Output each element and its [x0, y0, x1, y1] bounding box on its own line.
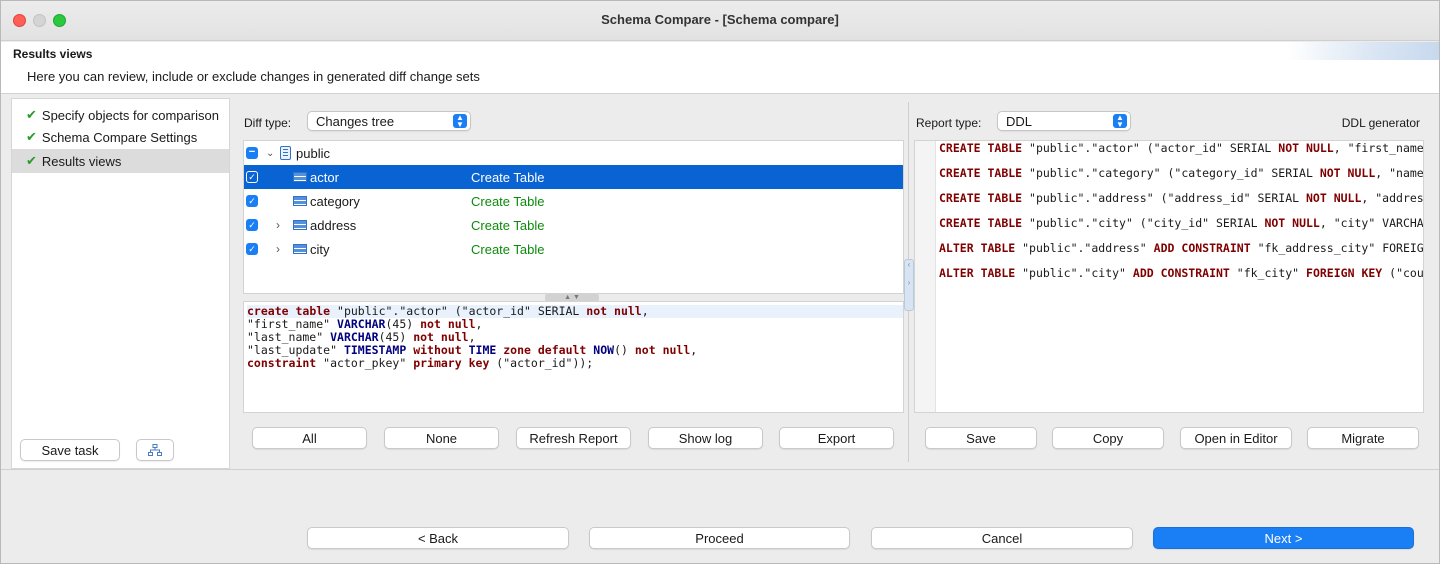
ddl-report-viewer[interactable]: CREATE TABLE "public"."actor" ("actor_id… — [914, 140, 1424, 413]
page-description: Here you can review, include or exclude … — [27, 69, 480, 84]
migrate-button[interactable]: Migrate — [1307, 427, 1419, 449]
save-task-button[interactable]: Save task — [20, 439, 120, 461]
chevron-right-icon[interactable]: › — [276, 218, 280, 232]
nav-step-results-views[interactable]: ✔ Results views — [12, 149, 229, 173]
tree-row-actor[interactable]: ✓ actor Create Table — [244, 165, 903, 189]
ddl-line: CREATE TABLE "public"."address" ("addres… — [939, 191, 1424, 205]
copy-report-button[interactable]: Copy — [1052, 427, 1164, 449]
refresh-report-button[interactable]: Refresh Report — [516, 427, 631, 449]
tree-row-schema[interactable]: − ⌄ public — [244, 141, 903, 165]
row-checkbox[interactable]: ✓ — [246, 243, 258, 255]
task-config-button[interactable] — [136, 439, 174, 461]
chevron-right-icon[interactable]: › — [276, 242, 280, 256]
diff-type-select[interactable]: Changes tree ▲ ▼ — [307, 111, 471, 131]
sql-preview-editor[interactable]: create table "public"."actor" ("actor_id… — [243, 301, 904, 413]
nav-step-settings[interactable]: ✔ Schema Compare Settings — [12, 125, 229, 149]
nav-step-label: Specify objects for comparison — [41, 107, 219, 123]
title-bar: Schema Compare - [Schema compare] — [1, 1, 1439, 41]
vertical-splitter-handle[interactable]: ‹ › — [904, 259, 914, 311]
ddl-line: CREATE TABLE "public"."category" ("categ… — [939, 166, 1424, 180]
change-action: Create Table — [471, 241, 545, 257]
next-button[interactable]: Next > — [1153, 527, 1414, 549]
table-name: city — [310, 241, 330, 257]
select-arrows-icon: ▲ ▼ — [453, 114, 467, 129]
change-action: Create Table — [471, 169, 545, 185]
export-button[interactable]: Export — [779, 427, 894, 449]
ddl-line: CREATE TABLE "public"."actor" ("actor_id… — [939, 141, 1424, 155]
diff-type-value: Changes tree — [316, 113, 395, 129]
row-checkbox[interactable]: ✓ — [246, 219, 258, 231]
back-button[interactable]: < Back — [307, 527, 569, 549]
tree-row-address[interactable]: ✓ › address Create Table — [244, 213, 903, 237]
table-icon — [293, 196, 307, 206]
nav-step-label: Results views — [41, 153, 122, 169]
chevron-down-icon[interactable]: ⌄ — [266, 148, 274, 159]
table-name: category — [310, 193, 360, 209]
row-checkbox[interactable]: ✓ — [246, 195, 258, 207]
ddl-line: ALTER TABLE "public"."city" ADD CONSTRAI… — [939, 266, 1424, 280]
tree-row-city[interactable]: ✓ › city Create Table — [244, 237, 903, 261]
nav-step-label: Schema Compare Settings — [41, 129, 198, 145]
open-in-editor-button[interactable]: Open in Editor — [1180, 427, 1292, 449]
window-title: Schema Compare - [Schema compare] — [601, 12, 839, 27]
page-title: Results views — [13, 47, 93, 61]
table-icon — [293, 172, 307, 182]
table-icon — [293, 220, 307, 230]
table-name: address — [310, 217, 357, 233]
change-action: Create Table — [471, 217, 545, 233]
report-type-value: DDL — [1006, 113, 1033, 129]
checkmark-icon: ✔ — [26, 107, 37, 122]
proceed-button[interactable]: Proceed — [589, 527, 850, 549]
report-type-label: Report type: — [916, 116, 982, 130]
schema-icon — [280, 146, 291, 160]
ddl-line: CREATE TABLE "public"."city" ("city_id" … — [939, 216, 1424, 230]
save-report-button[interactable]: Save — [925, 427, 1037, 449]
hierarchy-icon — [148, 444, 162, 456]
row-checkbox[interactable]: ✓ — [246, 171, 258, 183]
schema-name: public — [296, 145, 330, 161]
line-gutter — [915, 141, 936, 412]
select-arrows-icon: ▲ ▼ — [1113, 114, 1127, 129]
cancel-button[interactable]: Cancel — [871, 527, 1133, 549]
ddl-generator-label: DDL generator — [1341, 116, 1420, 130]
change-action: Create Table — [471, 193, 545, 209]
footer-separator — [1, 469, 1439, 470]
select-all-button[interactable]: All — [252, 427, 367, 449]
ddl-line: ALTER TABLE "public"."address" ADD CONST… — [939, 241, 1424, 255]
horizontal-splitter-handle[interactable]: ▲ ▼ — [545, 294, 599, 301]
diff-type-label: Diff type: — [244, 116, 292, 130]
changes-tree: − ⌄ public ✓ actor Create Table ✓ catego… — [243, 140, 904, 294]
checkmark-icon: ✔ — [26, 129, 37, 144]
report-type-select[interactable]: DDL ▲ ▼ — [997, 111, 1131, 131]
sql-line: constraint "actor_pkey" primary key ("ac… — [247, 356, 594, 370]
show-log-button[interactable]: Show log — [648, 427, 763, 449]
header-banner-graphic — [1289, 42, 1439, 60]
wizard-steps-panel: ✔ Specify objects for comparison ✔ Schem… — [11, 98, 230, 469]
schema-compare-window: Schema Compare - [Schema compare] Result… — [0, 0, 1440, 564]
partial-checkbox[interactable]: − — [246, 147, 258, 159]
nav-step-specify-objects[interactable]: ✔ Specify objects for comparison — [12, 103, 229, 127]
table-name: actor — [310, 169, 339, 185]
checkmark-icon: ✔ — [26, 153, 37, 168]
tree-row-category[interactable]: ✓ category Create Table — [244, 189, 903, 213]
table-icon — [293, 244, 307, 254]
select-none-button[interactable]: None — [384, 427, 499, 449]
wizard-header: Results views Here you can review, inclu… — [1, 42, 1439, 94]
